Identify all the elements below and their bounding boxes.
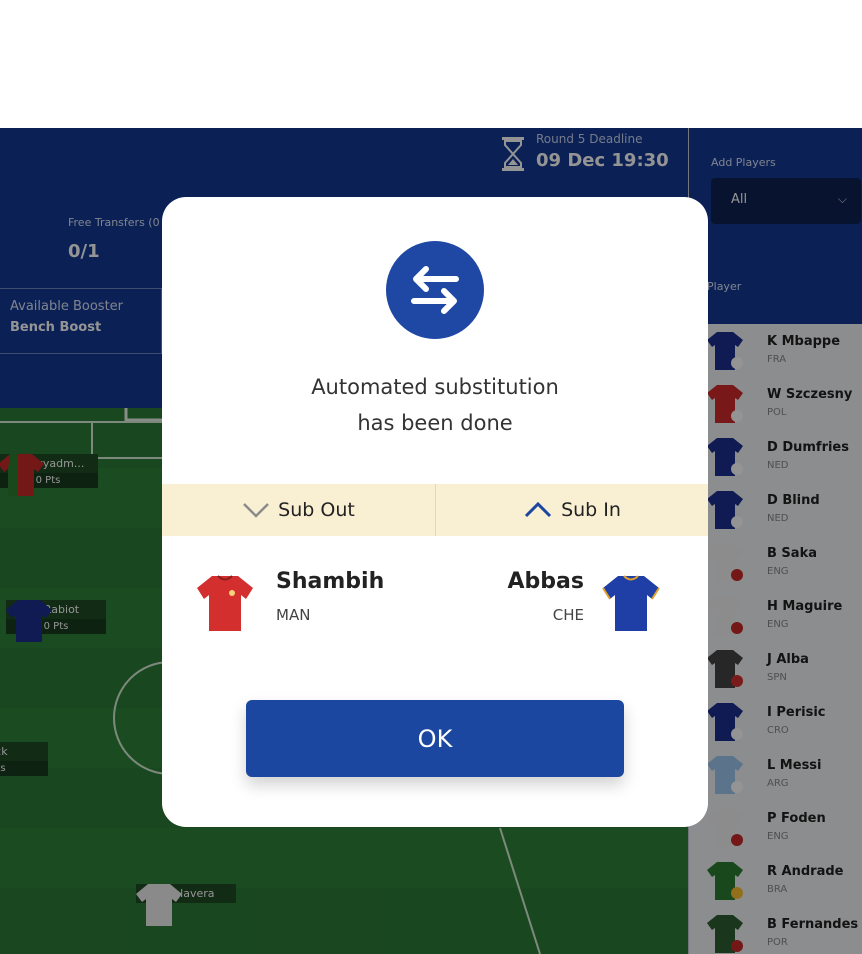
jersey-icon bbox=[197, 575, 253, 631]
swap-arrows-glyph bbox=[411, 266, 459, 314]
ok-button[interactable]: OK bbox=[246, 700, 624, 777]
dialog-message-line2: has been done bbox=[357, 411, 513, 435]
swap-arrows-icon bbox=[386, 241, 484, 339]
chevron-up-icon bbox=[525, 501, 552, 518]
sub-in-player: Abbas CHE bbox=[508, 569, 584, 624]
sub-out-label: Sub Out bbox=[278, 499, 355, 521]
dialog-message: Automated substitution has been done bbox=[162, 369, 708, 441]
sub-in-player-name: Abbas bbox=[507, 569, 584, 594]
sub-in-label: Sub In bbox=[561, 499, 621, 521]
substitution-header: Sub Out Sub In bbox=[162, 484, 708, 536]
sub-out-player-club: MAN bbox=[276, 606, 311, 624]
sub-out-header: Sub Out bbox=[162, 484, 435, 536]
screen: Round 5 Deadline 09 Dec 19:30 Free Trans… bbox=[0, 0, 862, 954]
chevron-down-icon bbox=[243, 503, 270, 518]
sub-in-player-club: CHE bbox=[552, 606, 584, 624]
sub-in-header: Sub In bbox=[435, 484, 708, 536]
sub-out-player: Shambih MAN bbox=[276, 569, 384, 624]
dialog-message-line1: Automated substitution bbox=[311, 375, 559, 399]
substitution-dialog: Automated substitution has been done Sub… bbox=[162, 197, 708, 827]
jersey-icon bbox=[602, 575, 660, 631]
sub-out-player-name: Shambih bbox=[276, 569, 385, 594]
